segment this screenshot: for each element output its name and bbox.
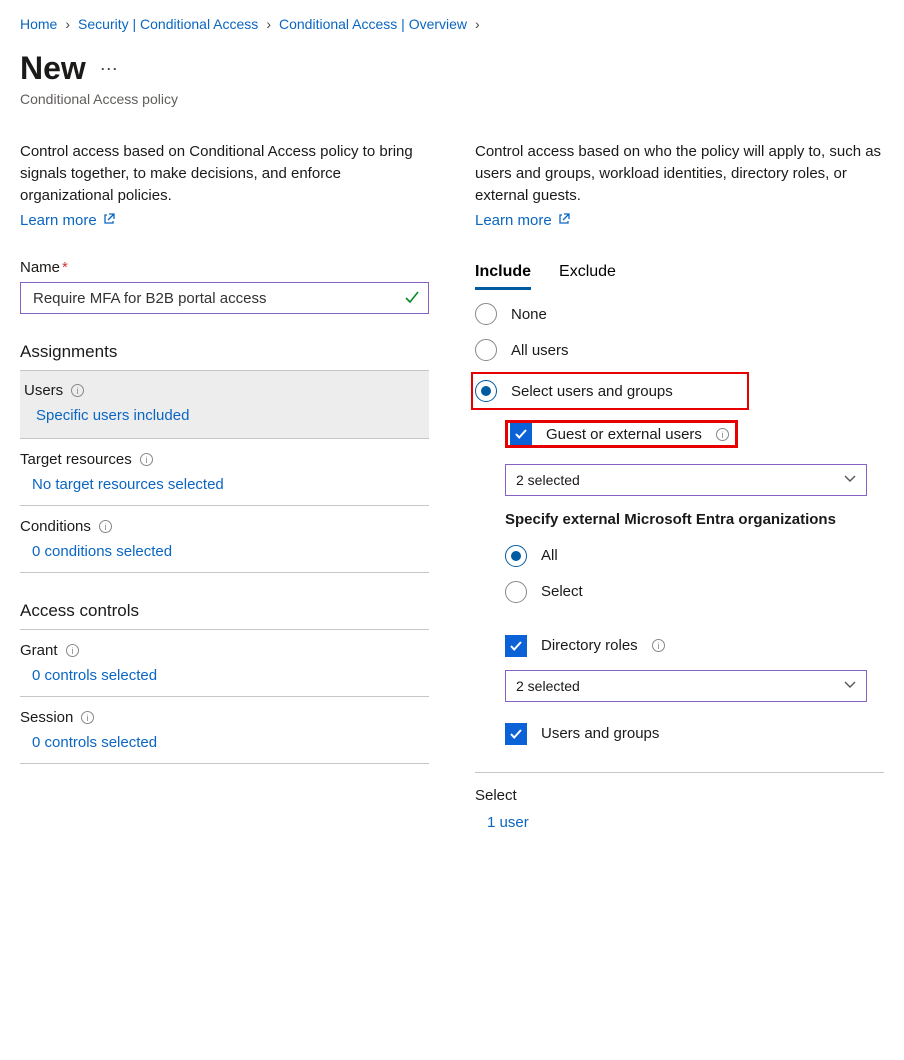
breadcrumb: Home › Security | Conditional Access › C…: [20, 16, 884, 32]
grant-label: Grant: [20, 642, 58, 659]
session-label: Session: [20, 709, 73, 726]
svg-text:i: i: [104, 522, 106, 532]
radio-all-users[interactable]: [475, 339, 497, 361]
external-orgs-heading: Specify external Microsoft Entra organiz…: [505, 510, 884, 530]
grant-value[interactable]: 0 controls selected: [32, 667, 429, 684]
info-icon[interactable]: i: [81, 711, 94, 724]
valid-check-icon: [404, 289, 420, 308]
name-input-wrapper: [20, 282, 429, 314]
directory-roles-dropdown[interactable]: 2 selected: [505, 670, 867, 702]
info-icon[interactable]: i: [66, 644, 79, 657]
radio-org-all-label: All: [541, 547, 558, 564]
checkbox-users-groups[interactable]: [505, 723, 527, 745]
page-subtitle: Conditional Access policy: [20, 91, 884, 107]
users-detail-column: Control access based on who the policy w…: [475, 141, 884, 831]
breadcrumb-home[interactable]: Home: [20, 16, 57, 32]
info-icon[interactable]: i: [652, 639, 665, 652]
svg-text:i: i: [657, 641, 659, 651]
policy-name-input[interactable]: [31, 289, 404, 308]
access-controls-grant[interactable]: Grant i 0 controls selected: [20, 630, 429, 697]
svg-text:i: i: [77, 386, 79, 396]
tab-include[interactable]: Include: [475, 257, 531, 290]
assignments-conditions[interactable]: Conditions i 0 conditions selected: [20, 506, 429, 573]
more-actions-button[interactable]: ⋯: [100, 60, 118, 78]
chevron-down-icon: [844, 472, 856, 488]
session-value[interactable]: 0 controls selected: [32, 734, 429, 751]
target-resources-label: Target resources: [20, 451, 132, 468]
highlight-select-users: Select users and groups: [471, 372, 749, 410]
select-users-block: Select 1 user: [475, 772, 884, 831]
tab-exclude[interactable]: Exclude: [559, 257, 616, 290]
external-link-icon: [103, 212, 115, 229]
external-link-icon: [558, 212, 570, 229]
users-groups-label: Users and groups: [541, 725, 659, 742]
svg-text:i: i: [87, 713, 89, 723]
select-users-link[interactable]: 1 user: [487, 814, 884, 831]
radio-org-select-label: Select: [541, 583, 583, 600]
radio-select-users-label: Select users and groups: [511, 383, 673, 400]
guest-users-label: Guest or external users: [546, 426, 702, 443]
users-learn-more-label: Learn more: [475, 212, 552, 229]
breadcrumb-security[interactable]: Security | Conditional Access: [78, 16, 258, 32]
chevron-down-icon: [844, 678, 856, 694]
assignments-target-resources[interactable]: Target resources i No target resources s…: [20, 439, 429, 506]
radio-all-users-row[interactable]: All users: [475, 332, 884, 368]
policy-config-column: Control access based on Conditional Acce…: [20, 141, 429, 831]
conditions-label: Conditions: [20, 518, 91, 535]
breadcrumb-overview[interactable]: Conditional Access | Overview: [279, 16, 467, 32]
users-description: Control access based on who the policy w…: [475, 141, 884, 206]
radio-org-select-row[interactable]: Select: [505, 574, 884, 610]
access-controls-session[interactable]: Session i 0 controls selected: [20, 697, 429, 764]
info-icon[interactable]: i: [71, 384, 84, 397]
guest-types-dropdown[interactable]: 2 selected: [505, 464, 867, 496]
target-resources-value[interactable]: No target resources selected: [32, 476, 429, 493]
svg-text:i: i: [721, 430, 723, 440]
radio-all-users-label: All users: [511, 342, 569, 359]
svg-text:i: i: [71, 646, 73, 656]
access-controls-heading: Access controls: [20, 601, 429, 630]
radio-org-all-row[interactable]: All: [505, 538, 884, 574]
conditions-value[interactable]: 0 conditions selected: [32, 543, 429, 560]
users-label: Users: [24, 382, 63, 399]
users-learn-more-link[interactable]: Learn more: [475, 212, 570, 229]
learn-more-link[interactable]: Learn more: [20, 212, 115, 229]
page-title: New: [20, 50, 86, 87]
radio-select-users[interactable]: [475, 380, 497, 402]
directory-roles-value: 2 selected: [516, 678, 580, 694]
guest-types-value: 2 selected: [516, 472, 580, 488]
chevron-right-icon: ›: [65, 16, 70, 32]
radio-none[interactable]: [475, 303, 497, 325]
info-icon[interactable]: i: [716, 428, 729, 441]
checkbox-directory-roles-row[interactable]: Directory roles i: [505, 628, 884, 664]
chevron-right-icon: ›: [266, 16, 271, 32]
assignments-heading: Assignments: [20, 342, 429, 371]
info-icon[interactable]: i: [99, 520, 112, 533]
radio-none-label: None: [511, 306, 547, 323]
name-label: Name*: [20, 259, 429, 276]
radio-org-select[interactable]: [505, 581, 527, 603]
info-icon[interactable]: i: [140, 453, 153, 466]
chevron-right-icon: ›: [475, 16, 480, 32]
svg-text:i: i: [145, 455, 147, 465]
directory-roles-label: Directory roles: [541, 637, 638, 654]
select-heading: Select: [475, 787, 884, 804]
learn-more-label: Learn more: [20, 212, 97, 229]
include-exclude-tabs: Include Exclude: [475, 257, 884, 290]
highlight-guest-users: Guest or external users i: [505, 420, 738, 448]
policy-description: Control access based on Conditional Acce…: [20, 141, 429, 206]
assignments-users[interactable]: Users i Specific users included: [20, 371, 429, 439]
checkbox-directory-roles[interactable]: [505, 635, 527, 657]
checkbox-users-groups-row[interactable]: Users and groups: [505, 716, 884, 752]
radio-org-all[interactable]: [505, 545, 527, 567]
users-value[interactable]: Specific users included: [36, 407, 421, 424]
radio-none-row[interactable]: None: [475, 296, 884, 332]
radio-select-users-row[interactable]: Select users and groups: [475, 376, 743, 406]
checkbox-guest-users[interactable]: [510, 423, 532, 445]
